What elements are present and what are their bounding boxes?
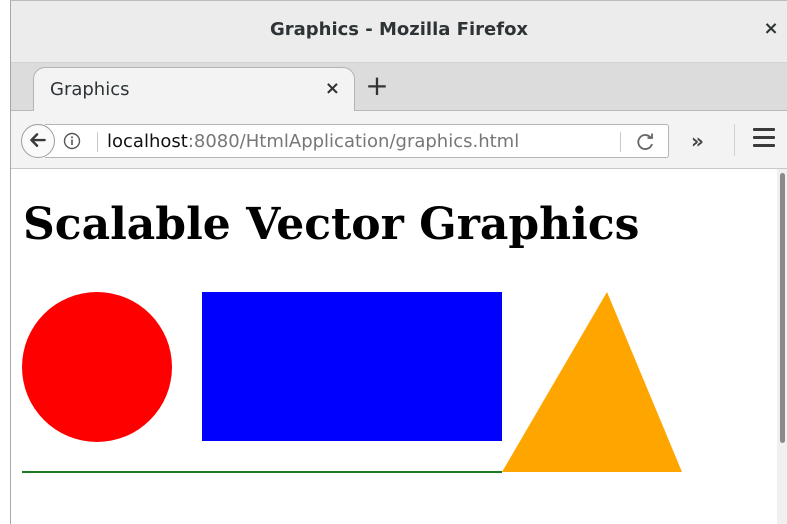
url-bar[interactable]: localhost:8080/HtmlApplication/graphics.…	[45, 124, 669, 158]
tab-graphics[interactable]: Graphics ×	[33, 67, 355, 111]
reload-separator	[620, 132, 621, 152]
window-close-button[interactable]: ×	[761, 18, 781, 40]
browser-window: Graphics - Mozilla Firefox × Graphics × …	[10, 0, 787, 524]
scrollbar[interactable]	[777, 169, 787, 524]
orange-triangle	[502, 292, 682, 472]
window-title: Graphics - Mozilla Firefox	[269, 19, 529, 40]
menu-line	[753, 128, 775, 131]
back-button[interactable]	[21, 124, 55, 158]
page-heading: Scalable Vector Graphics	[23, 199, 640, 250]
blue-rectangle	[202, 292, 502, 441]
tab-label: Graphics	[50, 79, 130, 100]
menu-line	[753, 144, 775, 147]
url-host: localhost	[107, 131, 188, 152]
url-path: :8080/HtmlApplication/graphics.html	[187, 131, 520, 152]
tab-bar: Graphics × +	[11, 63, 787, 111]
hamburger-menu-icon[interactable]	[753, 128, 775, 150]
back-arrow-icon	[30, 133, 46, 147]
toolbar-separator	[734, 124, 735, 156]
new-tab-button[interactable]: +	[361, 71, 393, 103]
menu-line	[753, 136, 775, 139]
info-icon[interactable]	[63, 132, 81, 150]
page-content: Scalable Vector Graphics	[11, 169, 778, 524]
red-circle	[22, 292, 172, 442]
url-separator	[97, 132, 98, 152]
tab-close-button[interactable]: ×	[325, 78, 340, 99]
svg-graphic	[22, 292, 682, 473]
scrollbar-thumb[interactable]	[780, 173, 785, 443]
title-bar: Graphics - Mozilla Firefox ×	[11, 1, 787, 63]
url-text[interactable]: localhost:8080/HtmlApplication/graphics.…	[107, 131, 519, 152]
navigation-toolbar: localhost:8080/HtmlApplication/graphics.…	[11, 111, 787, 169]
toolbar-overflow-button[interactable]: »	[691, 129, 704, 153]
reload-icon[interactable]	[635, 131, 657, 153]
